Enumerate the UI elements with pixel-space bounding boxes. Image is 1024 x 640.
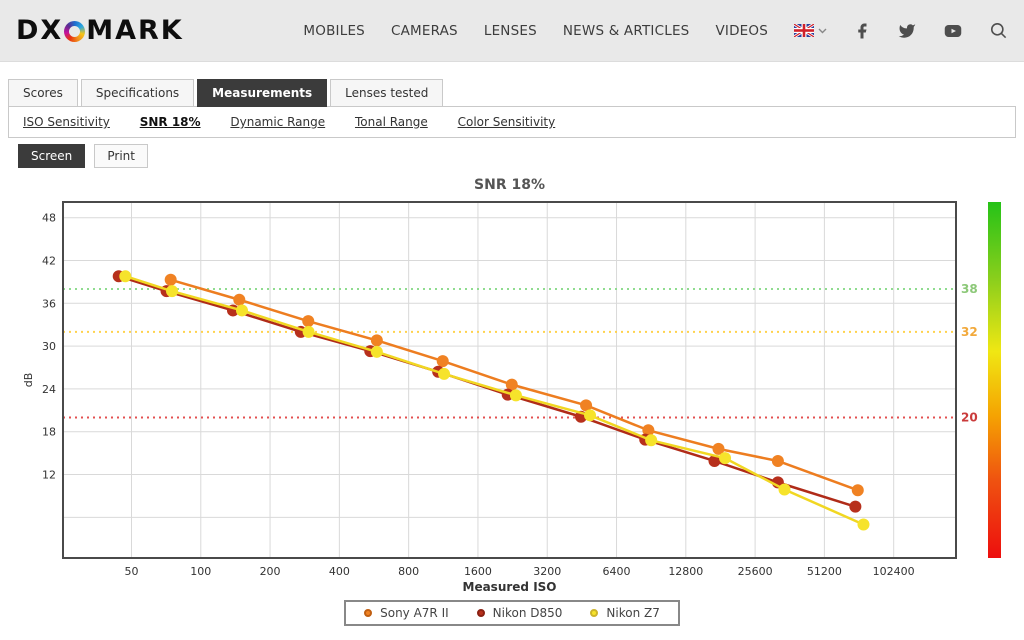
logo-text-right: MARK [86, 15, 184, 46]
data-point-sony-a7r-ii[interactable] [164, 273, 177, 286]
y-tick-label: 12 [42, 469, 56, 482]
x-tick-label: 25600 [738, 565, 773, 578]
ref-line-label: 32 [961, 325, 978, 339]
facebook-icon[interactable] [853, 22, 871, 40]
x-tick-label: 1600 [464, 565, 492, 578]
data-point-sony-a7r-ii[interactable] [302, 315, 315, 328]
data-point-nikon-z7[interactable] [778, 483, 791, 496]
data-point-sony-a7r-ii[interactable] [233, 293, 246, 306]
ref-line-label: 38 [961, 282, 978, 296]
y-tick-label: 18 [42, 426, 56, 439]
legend-marker-icon [364, 609, 373, 617]
x-tick-label: 50 [124, 565, 138, 578]
legend-label: Sony A7R II [380, 606, 449, 620]
data-point-nikon-z7[interactable] [438, 367, 451, 380]
legend-marker-icon [590, 609, 599, 617]
y-tick-label: 42 [42, 255, 56, 268]
ref-line-label: 20 [961, 410, 978, 424]
nav-item-videos[interactable]: VIDEOS [715, 23, 768, 39]
data-point-nikon-z7[interactable] [584, 409, 597, 422]
nav-item-news-articles[interactable]: NEWS & ARTICLES [563, 23, 690, 39]
tab-bar: Scores Specifications Measurements Lense… [8, 79, 1016, 107]
subnav-tonal-range[interactable]: Tonal Range [355, 115, 428, 129]
search-icon[interactable] [989, 21, 1008, 40]
logo-ring-icon [64, 21, 86, 42]
data-point-nikon-z7[interactable] [719, 452, 732, 465]
y-tick-label: 24 [42, 383, 56, 396]
data-point-nikon-z7[interactable] [370, 345, 383, 358]
data-point-sony-a7r-ii[interactable] [771, 454, 784, 467]
tab-measurements[interactable]: Measurements [197, 79, 328, 107]
data-point-nikon-z7[interactable] [302, 325, 315, 338]
x-tick-label: 400 [329, 565, 350, 578]
print-button[interactable]: Print [94, 144, 148, 168]
measurement-subnav: ISO Sensitivity SNR 18% Dynamic Range To… [8, 106, 1016, 138]
data-point-sony-a7r-ii[interactable] [851, 484, 864, 497]
tab-scores[interactable]: Scores [8, 79, 78, 107]
snr-chart: 38 32 20 50 100 200 400 800 1600 3200 6400 12800 256… [22, 177, 1001, 594]
y-axis-label: dB [22, 373, 35, 388]
legend-item-sony-a7r-ii: Sony A7R II [364, 606, 449, 620]
chart-legend: Sony A7R II Nikon D850 Nikon Z7 [8, 600, 1016, 626]
legend-label: Nikon D850 [492, 606, 563, 620]
data-point-nikon-d850[interactable] [849, 500, 862, 513]
subnav-dynamic-range[interactable]: Dynamic Range [230, 115, 325, 129]
page-content: Scores Specifications Measurements Lense… [0, 79, 1024, 626]
dxomark-logo[interactable]: DX MARK [16, 15, 184, 46]
data-point-nikon-z7[interactable] [119, 270, 132, 283]
view-toggle: Screen Print [18, 144, 1016, 168]
y-tick-label: 30 [42, 340, 56, 353]
data-point-nikon-z7[interactable] [857, 518, 870, 531]
twitter-icon[interactable] [897, 22, 917, 40]
chevron-down-icon [818, 28, 827, 33]
x-tick-label: 200 [260, 565, 281, 578]
x-tick-label: 51200 [807, 565, 842, 578]
x-tick-label: 100 [190, 565, 211, 578]
x-tick-label: 102400 [873, 565, 915, 578]
x-tick-label: 3200 [533, 565, 561, 578]
data-point-nikon-z7[interactable] [166, 285, 179, 298]
nav-item-cameras[interactable]: CAMERAS [391, 23, 458, 39]
x-axis-label: Measured ISO [463, 580, 557, 594]
uk-flag-icon [794, 24, 814, 37]
legend-item-nikon-z7: Nikon Z7 [590, 606, 660, 620]
tab-specifications[interactable]: Specifications [80, 79, 195, 107]
legend-label: Nikon Z7 [606, 606, 660, 620]
data-point-nikon-z7[interactable] [509, 389, 522, 402]
logo-text-left: DX [16, 15, 64, 46]
y-tick-label: 36 [42, 297, 56, 310]
y-tick-label: 48 [42, 212, 56, 225]
legend-marker-icon [476, 609, 485, 617]
language-selector[interactable] [794, 24, 827, 37]
quality-gradient-bar [988, 202, 1001, 558]
x-tick-label: 800 [398, 565, 419, 578]
main-nav: MOBILES CAMERAS LENSES NEWS & ARTICLES V… [303, 21, 1008, 40]
nav-item-mobiles[interactable]: MOBILES [303, 23, 365, 39]
youtube-icon[interactable] [943, 22, 963, 40]
x-tick-label: 6400 [603, 565, 631, 578]
data-point-nikon-z7[interactable] [235, 304, 248, 317]
screen-button[interactable]: Screen [18, 144, 86, 168]
legend-box: Sony A7R II Nikon D850 Nikon Z7 [344, 600, 680, 626]
subnav-color-sensitivity[interactable]: Color Sensitivity [458, 115, 556, 129]
site-header: DX MARK MOBILES CAMERAS LENSES NEWS & AR… [0, 0, 1024, 62]
data-point-sony-a7r-ii[interactable] [370, 334, 383, 347]
tab-lenses-tested[interactable]: Lenses tested [330, 79, 444, 107]
x-tick-label: 12800 [668, 565, 703, 578]
legend-item-nikon-d850: Nikon D850 [476, 606, 563, 620]
chart-title: SNR 18% [474, 177, 545, 193]
nav-item-lenses[interactable]: LENSES [484, 23, 537, 39]
data-point-nikon-z7[interactable] [645, 434, 658, 447]
subnav-iso-sensitivity[interactable]: ISO Sensitivity [23, 115, 110, 129]
subnav-snr-18[interactable]: SNR 18% [140, 115, 201, 129]
data-point-sony-a7r-ii[interactable] [436, 355, 449, 368]
